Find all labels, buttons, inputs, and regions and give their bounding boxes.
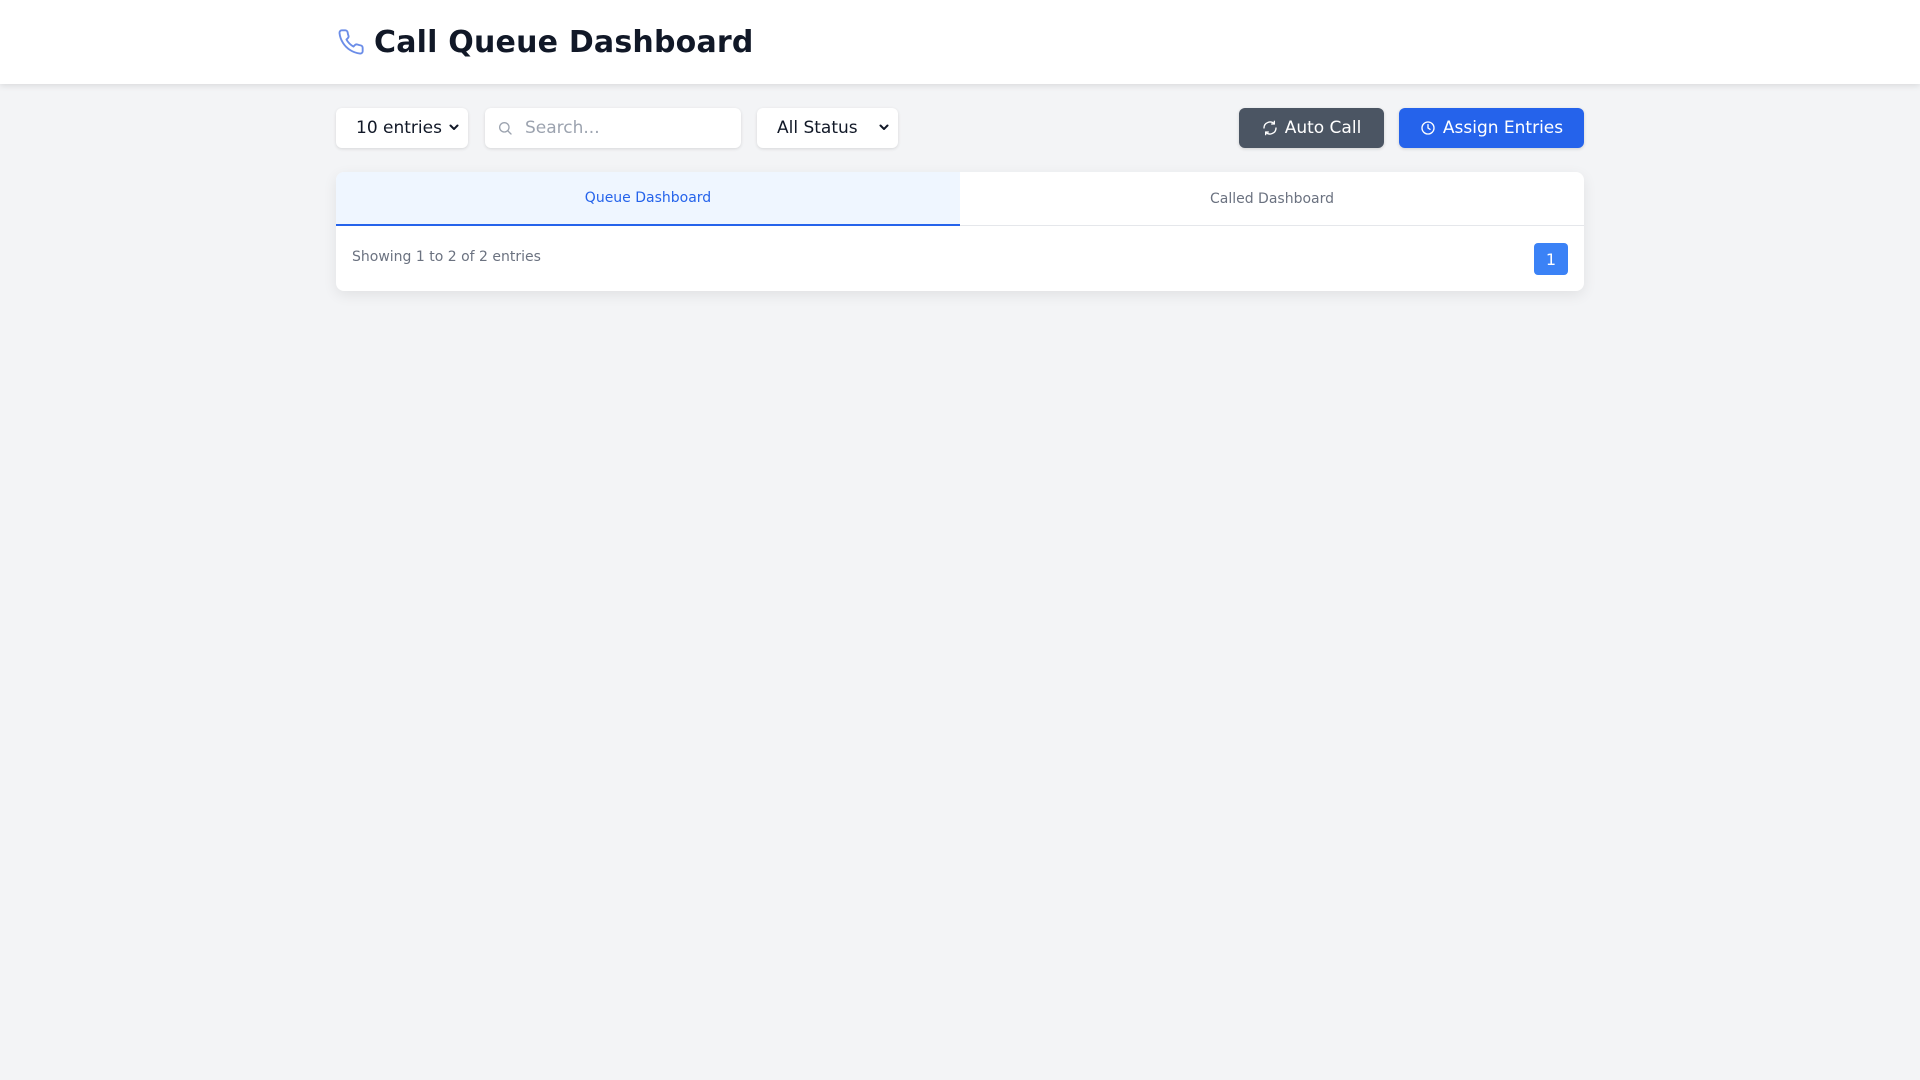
auto-call-label: Auto Call (1284, 118, 1362, 138)
status-select-value: All Status (777, 118, 858, 138)
pagination-bar: Showing 1 to 2 of 2 entries 1 (336, 227, 1584, 291)
assign-entries-button[interactable]: Assign Entries (1399, 108, 1584, 148)
toolbar: 10 entries All Status Auto Call (336, 108, 1584, 148)
tab-called-dashboard[interactable]: Called Dashboard (960, 172, 1584, 226)
tab-queue-dashboard[interactable]: Queue Dashboard (336, 172, 960, 226)
entries-per-page-select[interactable]: 10 entries (336, 108, 468, 148)
search-icon (497, 120, 513, 136)
page-button-1[interactable]: 1 (1534, 243, 1568, 275)
search-input[interactable] (525, 118, 725, 138)
tab-bar: Queue Dashboard Called Dashboard (336, 172, 1584, 226)
phone-icon (336, 27, 366, 57)
entries-select-value: 10 entries (356, 118, 442, 138)
assign-entries-label: Assign Entries (1442, 118, 1564, 138)
clock-icon (1421, 121, 1435, 135)
pagination-summary: Showing 1 to 2 of 2 entries (352, 249, 541, 265)
search-box[interactable] (485, 108, 741, 148)
chevron-down-icon (879, 124, 889, 130)
header-title-group: Call Queue Dashboard (336, 22, 754, 62)
dashboard-card: Queue Dashboard Called Dashboard Showing… (336, 172, 1584, 291)
auto-call-button[interactable]: Auto Call (1239, 108, 1384, 148)
chevron-down-icon (449, 124, 459, 130)
app-header: Call Queue Dashboard (0, 0, 1920, 84)
refresh-icon (1263, 120, 1277, 136)
status-filter-select[interactable]: All Status (757, 108, 898, 148)
page-title: Call Queue Dashboard (374, 24, 754, 60)
